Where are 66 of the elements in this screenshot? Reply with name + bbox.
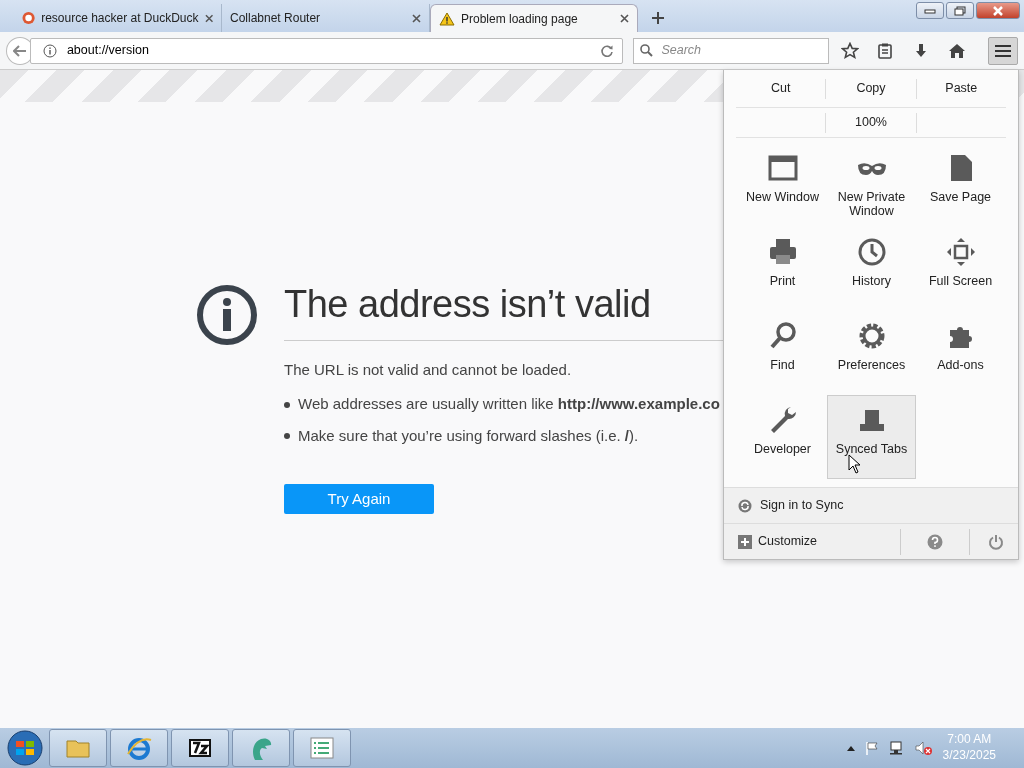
bullet-text: Make sure that you’re using forward slashes (i.e. /). [298,425,639,446]
menu-icon [994,43,1013,58]
reading-list-icon[interactable] [876,41,895,60]
tab-title: Problem loading page [461,10,579,28]
menu-item[interactable]: Preferences [827,311,916,395]
reload-icon[interactable] [600,43,615,58]
search-icon [640,44,654,57]
close-icon[interactable] [412,13,421,23]
menu-button[interactable] [988,36,1018,65]
menu-item[interactable]: History [827,227,916,311]
menu-item[interactable]: Synced Tabs [827,395,916,479]
bullet-text: Web addresses are usually written like http://www.example.co [298,394,720,415]
tab-title: Collabnet Router [230,10,322,27]
plus-icon [738,534,752,549]
menu-item[interactable]: Save Page [916,143,1005,227]
bullet-icon [284,401,290,408]
url-field[interactable]: about://version [64,40,585,61]
tab-title: resource hacker at DuckDuck [41,10,199,27]
start-button[interactable] [4,729,46,767]
menu-item[interactable]: New Private Window [827,143,916,227]
list-icon [308,734,336,762]
sync-icon [738,498,752,513]
menu-item[interactable]: Find [738,311,827,395]
menu-item[interactable]: Developer [738,395,827,479]
menu-item[interactable]: New Window [738,143,827,227]
close-button[interactable] [976,2,1020,19]
menu-item[interactable]: Add-ons [916,311,1005,395]
search-engine-icon [22,11,36,25]
up-caret-icon[interactable] [846,745,855,751]
help-icon[interactable] [927,533,943,550]
mouse-cursor-icon [848,454,862,474]
home-icon[interactable] [948,41,967,60]
flag-icon[interactable] [864,741,879,755]
taskbar-button[interactable] [171,729,229,767]
zoom-level[interactable]: 100% [825,112,916,133]
sign-in-button[interactable]: Sign in to Sync [724,487,1018,523]
error-message: The URL is not valid and cannot be loaded. [284,359,573,380]
customize-button[interactable]: Customize [738,532,818,551]
mask-icon [855,160,888,176]
muted-speaker-icon[interactable] [914,741,933,755]
close-icon[interactable] [204,13,213,23]
minimize-icon [924,7,936,14]
bookmark-star-icon[interactable] [840,41,859,60]
error-title: The address isn’t valid [284,284,652,326]
info-icon [196,284,258,346]
network-icon[interactable] [888,741,905,755]
search-bar[interactable]: Search [633,37,829,64]
address-bar[interactable]: about://version [29,37,624,64]
new-tab-icon[interactable] [652,12,664,24]
warning-icon [439,11,455,26]
back-arrow-icon [12,44,27,57]
tab[interactable]: Problem loading page [430,4,638,32]
menu-item[interactable]: Print [738,227,827,311]
menu-item[interactable]: Full Screen [916,227,1005,311]
info-icon [42,43,57,58]
menu-edit-button[interactable]: Cut [736,78,826,99]
menu-edit-button[interactable]: Paste [915,78,1006,99]
search-field[interactable]: Search [659,40,828,61]
minimize-button[interactable] [916,2,944,19]
restore-button[interactable] [946,2,974,19]
menu-edit-button[interactable]: Copy [825,78,916,99]
power-icon[interactable] [988,533,1004,550]
close-icon[interactable] [620,14,629,23]
close-icon [992,5,1004,16]
bullet-icon [284,433,290,440]
restore-icon [954,5,966,16]
